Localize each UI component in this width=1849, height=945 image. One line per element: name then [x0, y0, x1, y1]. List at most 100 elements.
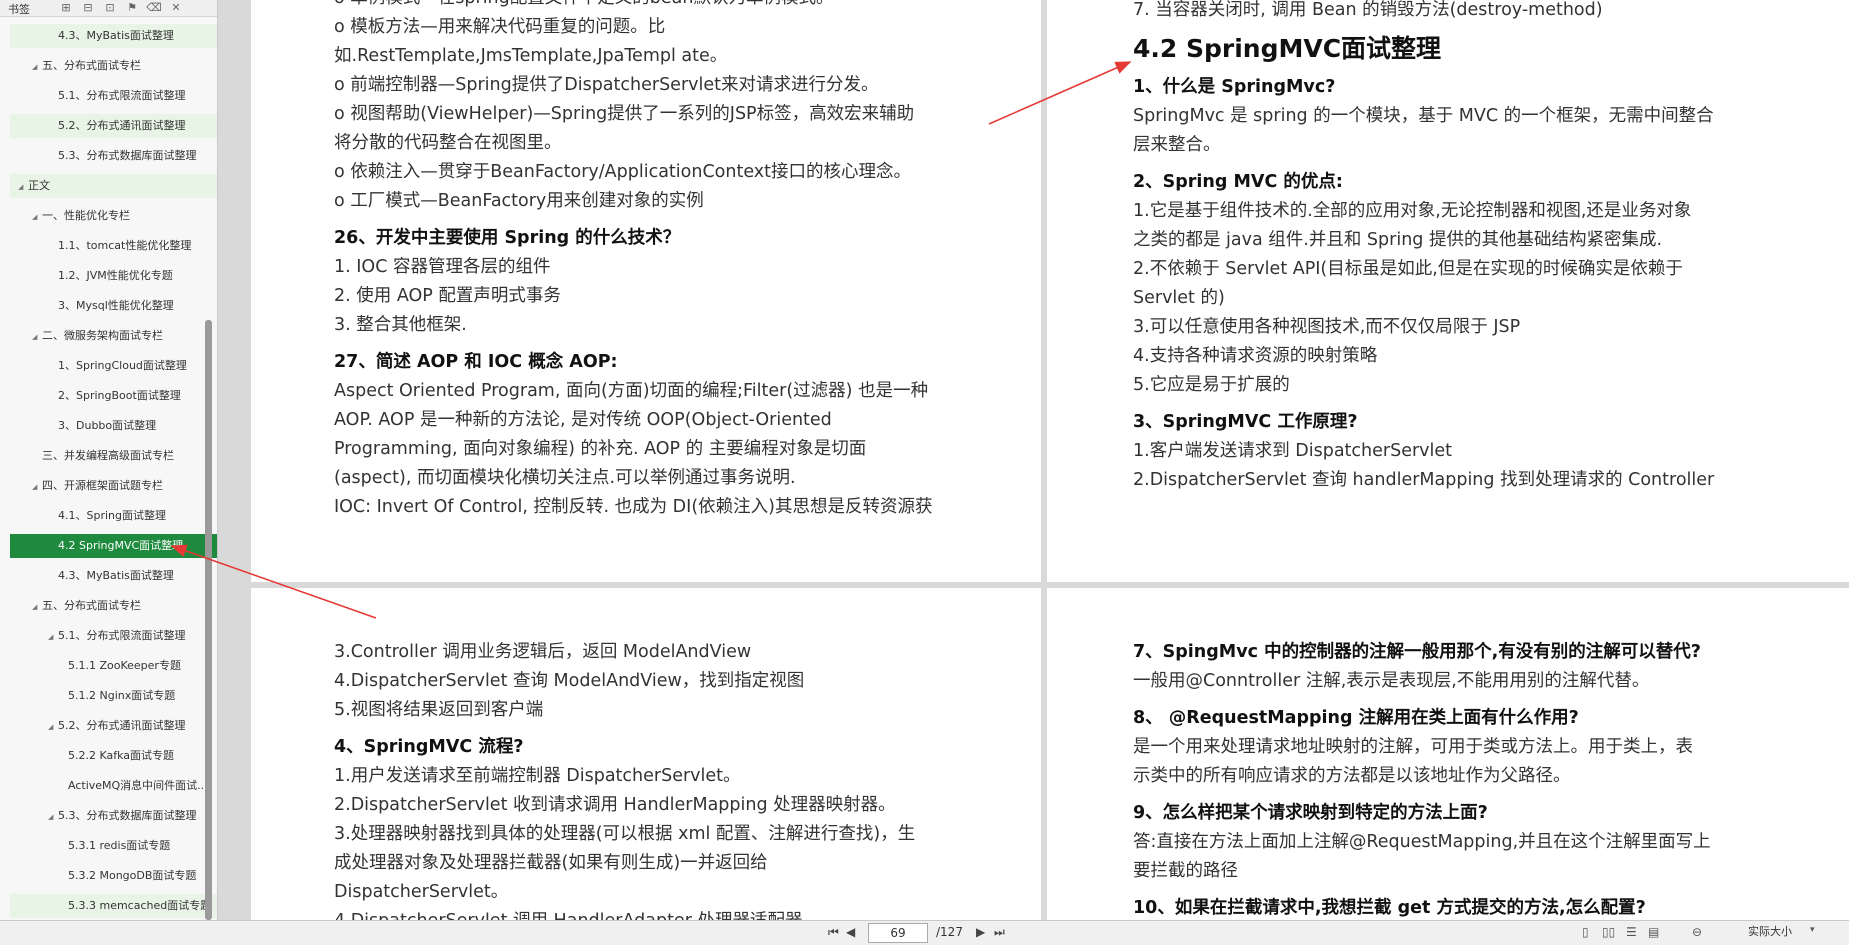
bookmark-item[interactable]: 1、SpringCloud面试整理 [10, 354, 217, 378]
bookmark-item-label: 一、性能优化专栏 [42, 209, 130, 222]
bookmark-item-label: 三、并发编程高级面试专栏 [42, 449, 174, 462]
text-line: 3. 整合其他框架. [334, 315, 467, 335]
zoom-out-button[interactable]: ⊖ [1692, 925, 1702, 939]
bookmark-item-label: 正文 [28, 179, 50, 192]
bookmark-item[interactable]: 5.1.2 Nginx面试专题 [10, 684, 217, 708]
expand-triangle-icon[interactable]: ◢ [48, 715, 58, 738]
bookmark-item[interactable]: 5.1、分布式限流面试整理 [10, 84, 217, 108]
bookmark-item[interactable]: 5.3.3 memcached面试专题 [10, 894, 217, 918]
book-view-icon[interactable]: ▤ [1648, 925, 1659, 939]
expand-triangle-icon[interactable]: ◢ [32, 595, 42, 618]
text-line: o 模板方法—用来解决代码重复的问题。比 [334, 17, 666, 37]
bookmark-item[interactable]: 4.3、MyBatis面试整理 [10, 24, 217, 48]
status-bar: ⏮ ◀ 69 /127 ▶ ⏭ ▯ ▯▯ ☰ ▤ ⊖ 实际大小 ▾ [0, 920, 1849, 945]
expand-triangle-icon[interactable]: ◢ [32, 325, 42, 348]
chevron-down-icon[interactable]: ▾ [1810, 925, 1815, 935]
bookmark-item-label: 五、分布式面试专栏 [42, 59, 141, 72]
bookmark-item[interactable]: 5.3、分布式数据库面试整理 [10, 144, 217, 168]
text-line: o 视图帮助(ViewHelper)—Spring提供了一系列的JSP标签，高效… [334, 104, 915, 124]
bookmark-item-label: 5.3.1 redis面试专题 [68, 839, 171, 852]
text-line: 是一个用来处理请求地址映射的注解，可用于类或方法上。用于类上，表 [1133, 737, 1693, 757]
bookmark-item[interactable]: 3、Dubbo面试整理 [10, 414, 217, 438]
expand-triangle-icon[interactable]: ◢ [32, 475, 42, 498]
text-line: o 单例模式—在spring配置文件中定义的bean默认为单例模式。 [334, 0, 932, 13]
delete-bookmark-icon[interactable]: ⌫ [146, 0, 162, 16]
bookmark-item[interactable]: 4.2 SpringMVC面试整理 [10, 534, 217, 558]
bookmark-item[interactable]: 1.1、tomcat性能优化整理 [10, 234, 217, 258]
bookmark-item[interactable]: 5.3.2 MongoDB面试专题 [10, 864, 217, 888]
add-bookmark-icon[interactable]: ⊡ [102, 0, 118, 16]
bookmark-item-label: 5.1.1 ZooKeeper专题 [68, 659, 181, 672]
text-line: Aspect Oriented Program, 面向(方面)切面的编程;Fil… [334, 381, 929, 401]
text-line: 示类中的所有响应请求的方法都是以该地址作为父路径。 [1133, 766, 1571, 786]
expand-triangle-icon[interactable]: ◢ [18, 175, 28, 198]
single-page-view-icon[interactable]: ▯ [1582, 925, 1589, 939]
text-line: 7. 当容器关闭时, 调用 Bean 的销毁方法(destroy-method) [1133, 0, 1603, 20]
bookmark-item-label: 2、SpringBoot面试整理 [58, 389, 181, 402]
section-heading: 10、如果在拦截请求中,我想拦截 get 方式提交的方法,怎么配置? [1133, 898, 1646, 918]
text-line: 4.DispatcherServlet 调用 HandlerAdapter 处理… [334, 907, 915, 920]
collapse-all-icon[interactable]: ⊟ [80, 0, 96, 16]
bookmark-item-label: 5.2、分布式通讯面试整理 [58, 119, 186, 132]
expand-triangle-icon[interactable]: ◢ [48, 805, 58, 828]
section-heading: 3、SpringMVC 工作原理? [1133, 412, 1358, 432]
double-page-view-icon[interactable]: ▯▯ [1602, 925, 1615, 939]
bookmark-item[interactable]: ◢ 四、开源框架面试题专栏 [10, 474, 217, 498]
bookmark-item[interactable]: 4.1、Spring面试整理 [10, 504, 217, 528]
document-page-bottom-right: 7、SpingMvc 中的控制器的注解一般用那个,有没有别的注解可以替代? 一般… [1047, 588, 1849, 920]
expand-triangle-icon[interactable]: ◢ [48, 625, 58, 648]
text-line: 2. 使用 AOP 配置声明式事务 [334, 286, 561, 306]
sidebar-scrollbar[interactable] [205, 320, 212, 920]
bookmark-item[interactable]: 5.3.1 redis面试专题 [10, 834, 217, 858]
text-line: o 依赖注入—贯穿于BeanFactory/ApplicationContext… [334, 162, 912, 182]
bookmark-item[interactable]: ◢ 一、性能优化专栏 [10, 204, 217, 228]
expand-triangle-icon[interactable]: ◢ [32, 55, 42, 78]
bookmark-icon[interactable]: ⚑ [124, 0, 140, 16]
text-line: 如.RestTemplate,JmsTemplate,JpaTempl ate。 [334, 46, 728, 66]
text-line: 1. IOC 容器管理各层的组件 [334, 257, 551, 277]
bookmark-item[interactable]: ◢ 五、分布式面试专栏 [10, 54, 217, 78]
bookmark-item[interactable]: 5.2、分布式通讯面试整理 [10, 114, 217, 138]
page-number-input[interactable]: 69 [868, 923, 928, 943]
bookmark-item[interactable]: ◢ 二、微服务架构面试专栏 [10, 324, 217, 348]
close-icon[interactable]: ✕ [168, 0, 184, 16]
bookmark-toolbar: 书签 ⊞ ⊟ ⊡ ⚑ ⌫ ✕ [0, 0, 217, 17]
bookmark-item-label: 1.1、tomcat性能优化整理 [58, 239, 192, 252]
bookmark-item-label: 5.3.3 memcached面试专题 [68, 899, 212, 912]
prev-page-button[interactable]: ◀ [846, 925, 855, 939]
first-page-button[interactable]: ⏮ [828, 925, 839, 940]
bookmark-item-label: 5.3、分布式数据库面试整理 [58, 809, 197, 822]
section-heading: 9、怎么样把某个请求映射到特定的方法上面? [1133, 803, 1488, 823]
bookmark-item[interactable]: ◢ 5.2、分布式通讯面试整理 [10, 714, 217, 738]
text-line: 2.不依赖于 Servlet API(目标虽是如此,但是在实现的时候确实是依赖于 [1133, 259, 1683, 279]
bookmark-item[interactable]: ◢ 正文 [10, 174, 217, 198]
text-line: 一般用@Conntroller 注解,表示是表现层,不能用用别的注解代替。 [1133, 671, 1650, 691]
document-page-top-left: o 单例模式—在spring配置文件中定义的bean默认为单例模式。 o 模板方… [251, 0, 1041, 582]
bookmark-item[interactable]: 4.3、MyBatis面试整理 [10, 564, 217, 588]
section-heading: 8、 @RequestMapping 注解用在类上面有什么作用? [1133, 708, 1579, 728]
bookmark-item[interactable]: 5.1.1 ZooKeeper专题 [10, 654, 217, 678]
expand-all-icon[interactable]: ⊞ [58, 0, 74, 16]
expand-triangle-icon[interactable]: ◢ [32, 205, 42, 228]
chapter-title: 4.2 SpringMVC面试整理 [1133, 34, 1442, 63]
bookmark-item-label: 5.1.2 Nginx面试专题 [68, 689, 176, 702]
bookmark-item[interactable]: ActiveMQ消息中间件面试... [10, 774, 217, 798]
bookmark-item[interactable]: ◢ 五、分布式面试专栏 [10, 594, 217, 618]
text-line: IOC: Invert Of Control, 控制反转. 也成为 DI(依赖注… [334, 497, 933, 517]
last-page-button[interactable]: ⏭ [994, 925, 1005, 940]
bookmark-item-label: 五、分布式面试专栏 [42, 599, 141, 612]
bookmark-item-label: 5.1、分布式限流面试整理 [58, 89, 186, 102]
text-line: 之类的都是 java 组件.并且和 Spring 提供的其他基础结构紧密集成. [1133, 230, 1663, 250]
text-line: 层来整合。 [1133, 135, 1221, 155]
bookmark-item[interactable]: ◢ 5.1、分布式限流面试整理 [10, 624, 217, 648]
bookmark-item[interactable]: 1.2、JVM性能优化专题 [10, 264, 217, 288]
next-page-button[interactable]: ▶ [976, 925, 985, 939]
bookmark-item[interactable]: 5.2.2 Kafka面试专题 [10, 744, 217, 768]
bookmark-item[interactable]: 3、Mysql性能优化整理 [10, 294, 217, 318]
bookmark-item[interactable]: ◢ 5.3、分布式数据库面试整理 [10, 804, 217, 828]
bookmark-item-label: 3、Dubbo面试整理 [58, 419, 157, 432]
bookmark-item[interactable]: 三、并发编程高级面试专栏 [10, 444, 217, 468]
section-heading: 26、开发中主要使用 Spring 的什么技术？ [334, 228, 681, 248]
bookmark-item[interactable]: 2、SpringBoot面试整理 [10, 384, 217, 408]
continuous-view-icon[interactable]: ☰ [1626, 925, 1637, 939]
